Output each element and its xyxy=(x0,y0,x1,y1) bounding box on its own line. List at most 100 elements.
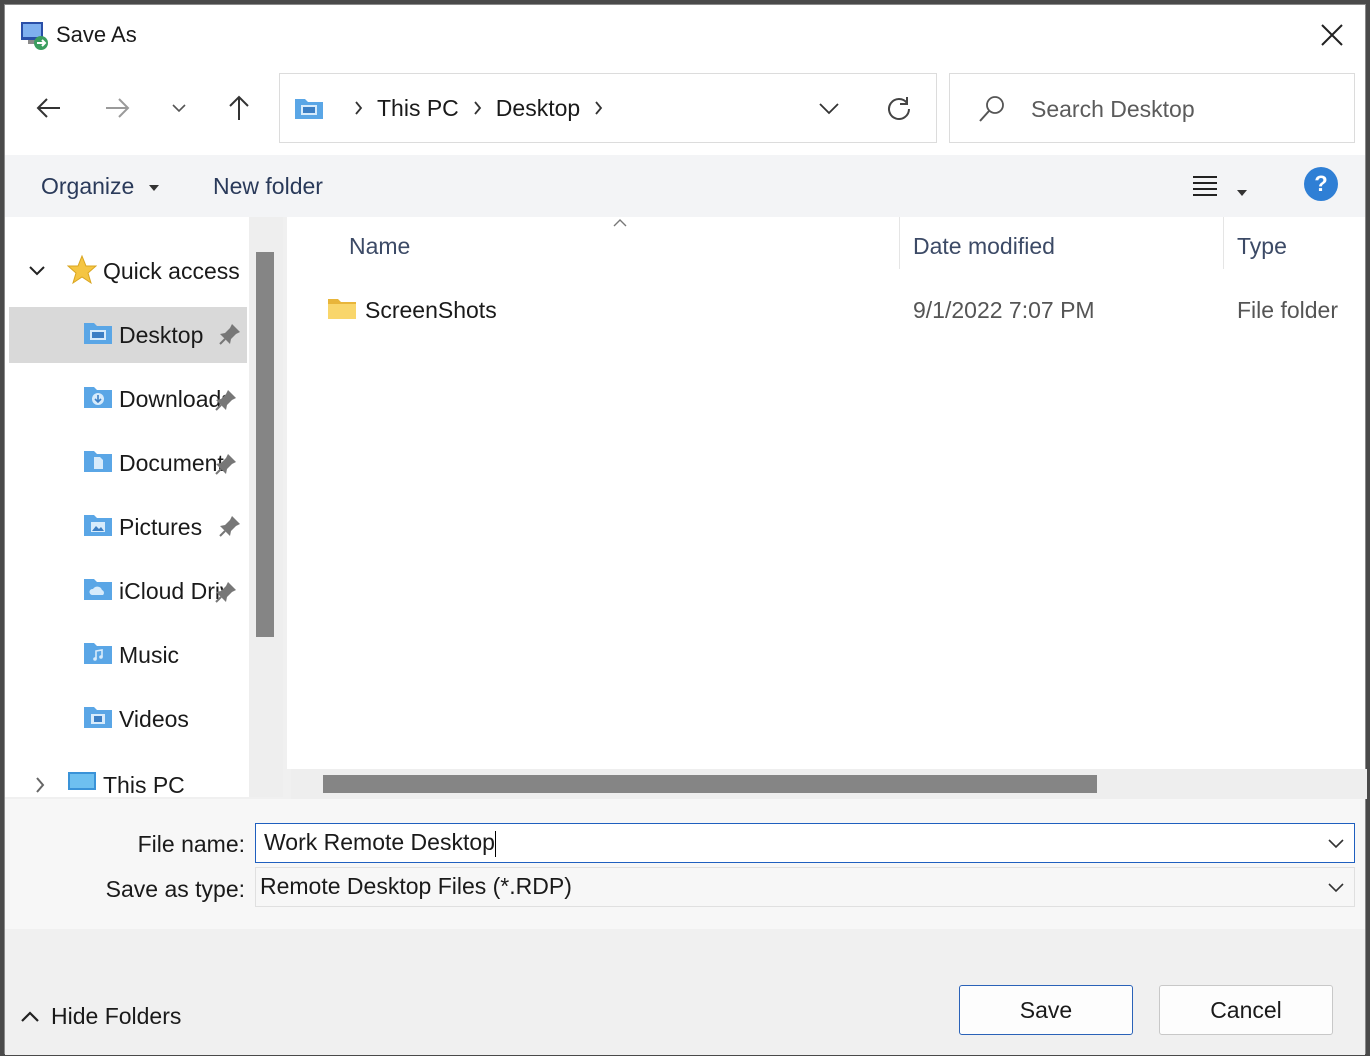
music-folder-icon xyxy=(84,643,112,664)
pin-icon xyxy=(215,390,236,411)
quick-access-label: Quick access xyxy=(103,257,240,284)
dialog-footer: Hide Folders Save Cancel xyxy=(5,929,1365,1055)
file-name-value: Work Remote Desktop xyxy=(264,829,495,855)
nav-pictures-label: Pictures xyxy=(119,513,203,540)
remote-desktop-app-icon xyxy=(21,22,48,50)
hide-folders-label: Hide Folders xyxy=(51,1003,182,1029)
nav-music-label: Music xyxy=(119,641,180,668)
pin-icon xyxy=(215,582,236,603)
arrow-up-icon xyxy=(229,95,249,120)
arrow-left-icon xyxy=(36,98,60,118)
folder-icon xyxy=(328,299,356,319)
refresh-icon xyxy=(888,97,910,120)
chevron-down-icon[interactable] xyxy=(1328,839,1344,849)
file-name-cell: ScreenShots xyxy=(365,297,497,323)
save-as-dialog: Save As This PC Desktop Search Desktop O… xyxy=(4,4,1367,1055)
caret-down-icon xyxy=(148,184,159,191)
details-view-icon xyxy=(1193,176,1217,196)
address-bar[interactable]: This PC Desktop xyxy=(279,73,937,143)
desktop-folder-icon xyxy=(295,99,323,119)
breadcrumb-desktop[interactable]: Desktop xyxy=(496,95,580,122)
nav-icloud-label: iCloud Drive xyxy=(119,577,225,604)
search-placeholder: Search Desktop xyxy=(1031,96,1195,122)
view-options-button[interactable] xyxy=(1193,175,1217,197)
sort-ascending-icon xyxy=(613,219,627,227)
breadcrumb-this-pc[interactable]: This PC xyxy=(377,95,459,122)
arrow-right-icon xyxy=(106,98,130,118)
pin-icon xyxy=(219,516,240,537)
pin-icon xyxy=(219,324,240,345)
star-icon xyxy=(67,255,97,285)
documents-folder-icon xyxy=(84,451,112,472)
breadcrumb-separator[interactable] xyxy=(473,101,482,115)
address-history-dropdown[interactable] xyxy=(816,96,842,122)
window-title: Save As xyxy=(56,22,137,47)
cancel-button[interactable]: Cancel xyxy=(1159,985,1333,1035)
nav-downloads-label: Downloads xyxy=(119,385,225,412)
chevron-down-icon xyxy=(29,266,45,276)
chevron-right-icon xyxy=(36,777,45,793)
icloud-folder-icon xyxy=(84,579,112,600)
nav-desktop[interactable]: Desktop xyxy=(9,307,247,363)
chevron-right-icon xyxy=(355,101,363,115)
save-options: File name: Work Remote Desktop Save as t… xyxy=(5,799,1365,929)
text-cursor xyxy=(494,830,496,857)
nav-icloud-drive[interactable]: iCloud Drive xyxy=(9,563,225,619)
close-button[interactable] xyxy=(1299,5,1365,65)
chevron-right-icon xyxy=(595,101,603,115)
forward-button[interactable] xyxy=(97,88,137,128)
up-button[interactable] xyxy=(219,88,259,128)
nav-pane-scrollbar-thumb[interactable] xyxy=(256,252,274,637)
organize-label: Organize xyxy=(41,173,135,199)
search-input[interactable]: Search Desktop xyxy=(949,73,1355,143)
file-name-label: File name: xyxy=(137,831,245,857)
recent-locations-button[interactable] xyxy=(159,88,199,128)
help-button[interactable]: ? xyxy=(1304,167,1338,201)
search-icon xyxy=(979,96,1004,122)
desktop-folder-icon xyxy=(84,323,112,344)
caret-down-icon xyxy=(1237,190,1247,196)
save-as-type-select[interactable]: Remote Desktop Files (*.RDP) xyxy=(255,867,1355,907)
save-button[interactable]: Save xyxy=(959,985,1133,1035)
chevron-down-icon xyxy=(819,103,839,115)
view-options-dropdown[interactable] xyxy=(1237,183,1249,196)
organize-menu-button[interactable]: Organize xyxy=(41,173,159,200)
table-row[interactable]: ScreenShots 9/1/2022 7:07 PM File folder xyxy=(287,283,1365,343)
navigation-pane: Quick access Desktop Downloads Documents… xyxy=(5,217,249,797)
pictures-folder-icon xyxy=(84,515,112,536)
nav-quick-access[interactable]: Quick access xyxy=(9,243,247,299)
column-header-type[interactable]: Type xyxy=(1237,233,1287,260)
column-header-name[interactable]: Name xyxy=(349,233,410,260)
chevron-down-icon xyxy=(1328,883,1344,893)
type-cell: File folder xyxy=(1237,297,1338,323)
column-divider[interactable] xyxy=(1223,217,1224,269)
breadcrumb: This PC Desktop xyxy=(294,74,617,142)
breadcrumb-separator xyxy=(354,101,363,115)
command-bar: Organize New folder xyxy=(5,155,1365,217)
breadcrumb-separator[interactable] xyxy=(594,101,603,115)
new-folder-button[interactable]: New folder xyxy=(213,173,323,200)
column-header-date-modified[interactable]: Date modified xyxy=(913,233,1055,260)
nav-downloads[interactable]: Downloads xyxy=(9,371,225,427)
column-divider[interactable] xyxy=(899,217,900,269)
nav-this-pc-label: This PC xyxy=(103,771,185,798)
file-name-field[interactable]: Work Remote Desktop xyxy=(255,823,1355,863)
refresh-button[interactable] xyxy=(884,94,914,124)
hide-folders-button[interactable]: Hide Folders xyxy=(21,1003,181,1030)
file-list: Name Date modified Type ScreenShots 9/1/… xyxy=(287,217,1365,769)
nav-videos[interactable]: Videos xyxy=(9,691,247,747)
computer-icon xyxy=(68,772,96,790)
back-button[interactable] xyxy=(29,88,69,128)
nav-this-pc[interactable]: This PC xyxy=(9,757,247,797)
close-icon xyxy=(1321,24,1343,46)
chevron-down-icon xyxy=(172,104,186,113)
nav-desktop-label: Desktop xyxy=(119,321,204,348)
nav-documents-label: Documents xyxy=(119,449,225,476)
save-as-type-value: Remote Desktop Files (*.RDP) xyxy=(260,873,572,899)
file-list-scrollbar-thumb[interactable] xyxy=(323,775,1097,793)
nav-pictures[interactable]: Pictures xyxy=(9,499,247,555)
title-bar: Save As xyxy=(5,5,1365,65)
chevron-up-icon xyxy=(21,1010,39,1022)
nav-documents[interactable]: Documents xyxy=(9,435,225,491)
nav-music[interactable]: Music xyxy=(9,627,247,683)
